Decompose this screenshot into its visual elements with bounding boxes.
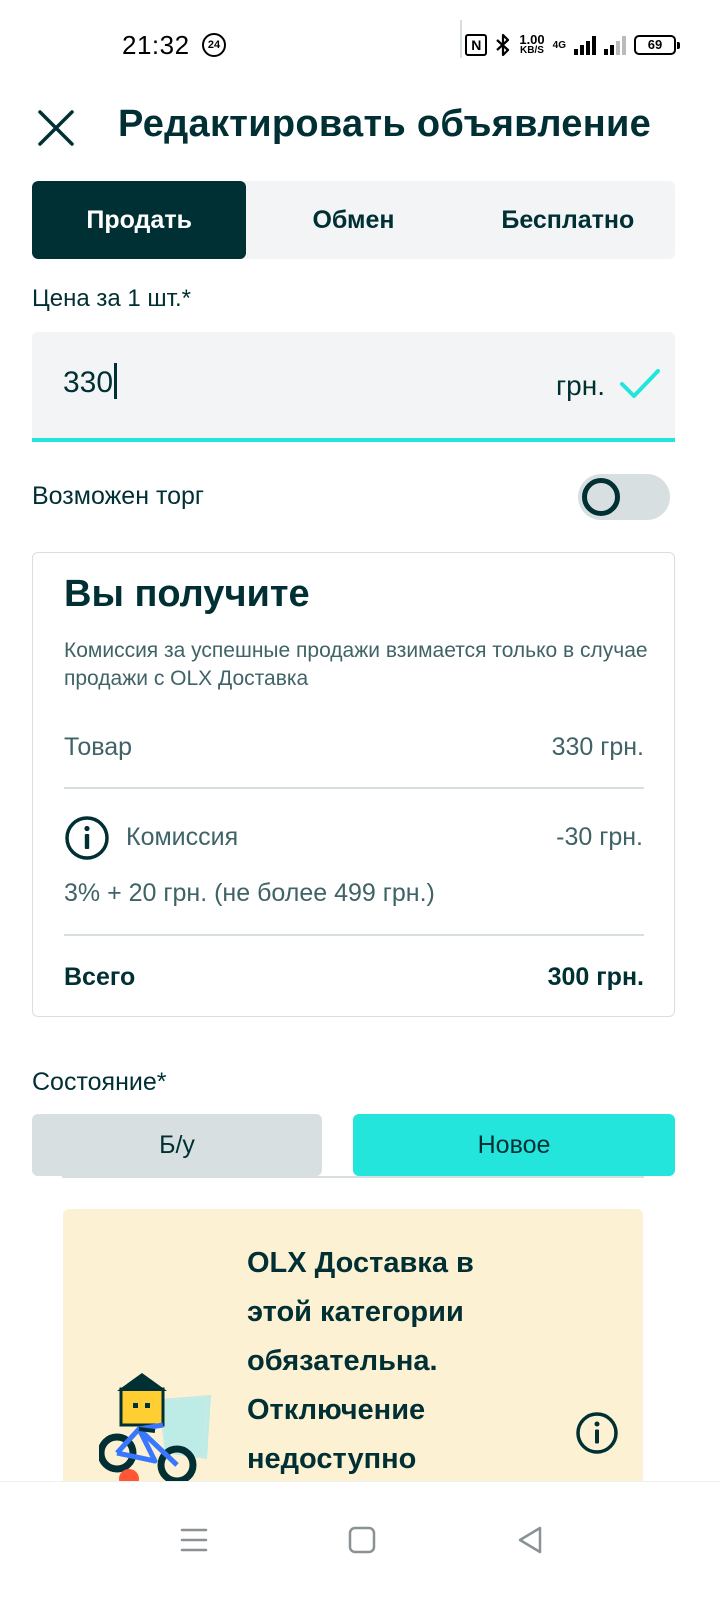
tab-divider — [460, 20, 462, 58]
battery-icon: 69 — [634, 35, 680, 55]
goods-value: 330 грн. — [551, 733, 644, 761]
home-icon[interactable] — [342, 1520, 382, 1560]
total-value: 300 грн. — [547, 963, 644, 991]
system-nav-bar — [0, 1481, 720, 1600]
signal-icon-sim2 — [604, 35, 626, 55]
toggle-knob — [582, 478, 620, 516]
commission-label: Комиссия — [126, 823, 239, 851]
speed-unit: KB/S — [520, 45, 544, 56]
back-icon[interactable] — [510, 1520, 550, 1560]
tab-exchange[interactable]: Обмен — [246, 181, 460, 259]
goods-label: Товар — [64, 733, 133, 761]
close-icon[interactable] — [36, 108, 76, 148]
total-row: Всего 300 грн. — [64, 963, 644, 992]
nfc-icon: N — [465, 34, 488, 56]
earnings-card: Вы получите Комиссия за успешные продажи… — [32, 552, 675, 1017]
listing-type-tabs: Продать Обмен Бесплатно — [32, 181, 675, 259]
divider — [62, 1176, 644, 1178]
commission-value: -30 грн. — [556, 823, 643, 851]
negotiable-label: Возможен торг — [32, 482, 205, 510]
check-icon — [620, 369, 660, 398]
price-input[interactable]: 330 грн. — [32, 332, 675, 442]
info-icon[interactable] — [64, 815, 110, 861]
menu-icon[interactable] — [174, 1520, 214, 1560]
page-title: Редактировать объявление — [118, 103, 652, 145]
tab-sell[interactable]: Продать — [32, 181, 247, 259]
delivery-banner-text: OLX Доставка в этой категории обязательн… — [247, 1247, 474, 1475]
network-speed: 1.00 KB/S — [519, 32, 545, 56]
status-icons: N 1.00 KB/S 4G 69 — [465, 30, 680, 60]
divider — [64, 934, 644, 936]
total-label: Всего — [64, 963, 136, 991]
earnings-title: Вы получите — [64, 573, 310, 615]
price-value[interactable]: 330 — [63, 363, 118, 400]
condition-label: Состояние* — [32, 1068, 167, 1096]
bluetooth-icon — [496, 33, 510, 57]
info-icon[interactable] — [575, 1411, 619, 1455]
text-cursor — [114, 363, 118, 400]
status-bar: 21:32 24 N 1.00 KB/S 4G 69 — [0, 0, 720, 92]
commission-detail: 3% + 20 грн. (не более 499 грн.) — [64, 879, 435, 907]
condition-used-button[interactable]: Б/у — [32, 1114, 322, 1176]
network-type: 4G — [552, 39, 566, 51]
speed-value: 1.00 — [519, 32, 545, 47]
price-currency: грн. — [555, 370, 605, 401]
divider — [64, 787, 644, 789]
delivery-banner: OLX Доставка в этой категории обязательн… — [63, 1209, 643, 1489]
price-label: Цена за 1 шт.* — [32, 285, 191, 312]
delivery-bike-illustration — [99, 1373, 211, 1489]
condition-new-button[interactable]: Новое — [353, 1114, 675, 1176]
price-value-text: 330 — [63, 366, 114, 399]
signal-icon — [574, 35, 596, 55]
status-time: 21:32 — [122, 30, 190, 60]
goods-row: Товар 330 грн. — [64, 733, 644, 762]
tab-free[interactable]: Бесплатно — [461, 181, 675, 259]
commission-note: Комиссия за успешные продажи взимается т… — [64, 639, 648, 690]
negotiable-toggle[interactable] — [578, 474, 670, 520]
notification-badge: 24 — [202, 33, 226, 57]
